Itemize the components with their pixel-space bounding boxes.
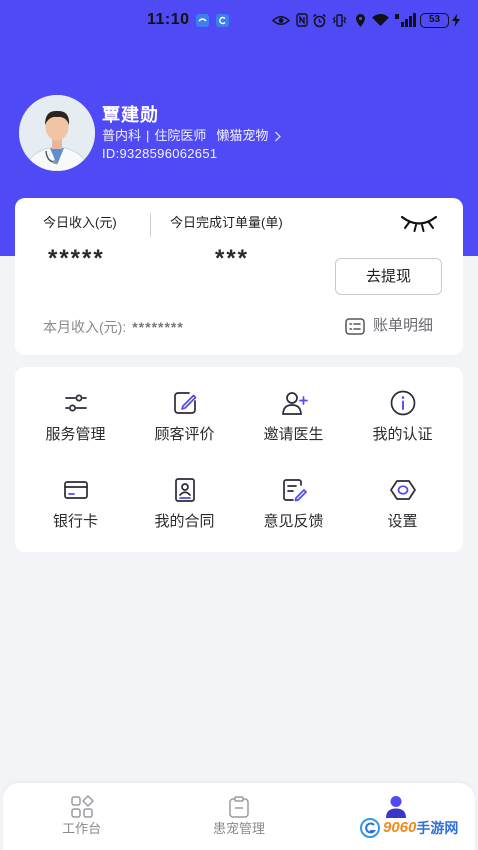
- eye-closed-icon[interactable]: [400, 213, 438, 232]
- menu-label: 我的合同: [154, 513, 215, 530]
- month-income-value: ********: [132, 319, 184, 335]
- menu-label: 银行卡: [52, 513, 98, 530]
- notification-app-icon: [196, 14, 209, 27]
- menu-item-invite-doctor[interactable]: 邀请医生: [239, 385, 348, 472]
- clipboard-icon: [229, 796, 249, 818]
- watermark-number: 9060: [383, 819, 417, 836]
- charging-icon: [452, 14, 460, 27]
- tab-workbench[interactable]: 工作台: [3, 783, 160, 850]
- grid-icon: [70, 795, 94, 818]
- avatar[interactable]: [19, 95, 95, 171]
- tab-label: 患宠管理: [212, 821, 265, 836]
- app-screen: 11:10 53 覃建勋 普内科 | 住院医师 懒猫宠物 ID:93285960…: [0, 0, 478, 850]
- signal-icon: [395, 13, 416, 27]
- menu-label: 邀请医生: [263, 426, 324, 443]
- bank-card-icon: [63, 481, 88, 499]
- menu-label: 顾客评价: [154, 426, 215, 443]
- menu-label: 服务管理: [45, 426, 106, 443]
- watermark-text: 手游网: [416, 820, 459, 836]
- tab-label: 工作台: [62, 821, 102, 836]
- doctor-photo: [19, 95, 95, 171]
- menu-card: 服务管理 顾客评价 邀请医生 我的认证 银行卡 我的合同 意见反馈 设置: [15, 367, 463, 552]
- location-icon: [356, 14, 365, 27]
- doctor-info[interactable]: 普内科 | 住院医师 懒猫宠物: [102, 128, 282, 144]
- info-icon: [390, 390, 415, 416]
- sliders-icon: [64, 394, 87, 412]
- menu-item-settings[interactable]: 设置: [348, 472, 457, 559]
- nfc-icon: [296, 13, 308, 27]
- status-time: 11:10: [147, 11, 190, 28]
- hospital-name: 懒猫宠物: [216, 128, 269, 143]
- notification-app-icon: [216, 14, 229, 27]
- menu-item-my-certification[interactable]: 我的认证: [348, 385, 457, 472]
- department: 普内科: [102, 128, 142, 143]
- chevron-right-icon: [275, 131, 282, 141]
- bill-detail-label: 账单明细: [373, 317, 434, 334]
- today-income-label: 今日收入(元): [43, 215, 117, 230]
- income-card: 今日收入(元) 今日完成订单量(单) ***** *** 去提现 本月收入(元)…: [15, 198, 463, 355]
- menu-item-bank-card[interactable]: 银行卡: [21, 472, 130, 559]
- wifi-icon: [372, 14, 389, 26]
- menu-label: 设置: [387, 513, 418, 530]
- today-orders-label: 今日完成订单量(单): [170, 215, 283, 230]
- tab-profile-active[interactable]: [318, 783, 475, 850]
- person-icon: [386, 796, 407, 818]
- list-icon: [345, 317, 365, 335]
- contract-icon: [174, 478, 195, 502]
- menu-item-my-contract[interactable]: 我的合同: [130, 472, 239, 559]
- watermark: 9060 手游网: [360, 818, 458, 838]
- position: 住院医师: [154, 128, 207, 143]
- feedback-icon: [282, 479, 307, 502]
- menu-label: 意见反馈: [263, 513, 324, 530]
- withdraw-button[interactable]: 去提现: [335, 258, 442, 295]
- bill-detail-link[interactable]: 账单明细: [345, 317, 433, 335]
- month-income-label: 本月收入(元):: [43, 319, 127, 335]
- menu-item-feedback[interactable]: 意见反馈: [239, 472, 348, 559]
- settings-icon: [389, 480, 416, 500]
- menu-item-customer-review[interactable]: 顾客评价: [130, 385, 239, 472]
- bottom-tab-bar: 工作台 患宠管理: [3, 783, 475, 850]
- menu-grid: 服务管理 顾客评价 邀请医生 我的认证 银行卡 我的合同 意见反馈 设置: [21, 385, 457, 559]
- info-separator: |: [146, 128, 150, 143]
- vibrate-icon: [332, 14, 347, 27]
- menu-label: 我的认证: [372, 426, 433, 443]
- invite-user-icon: [281, 392, 308, 415]
- doctor-id: ID:9328596062651: [102, 146, 218, 161]
- edit-icon: [173, 392, 196, 414]
- today-income-value: *****: [48, 245, 105, 272]
- status-bar: 11:10 53: [0, 0, 478, 40]
- battery-icon: 53: [420, 13, 449, 28]
- divider: [150, 213, 151, 237]
- today-orders-value: ***: [215, 245, 250, 272]
- eye-icon: [272, 16, 290, 25]
- month-income: 本月收入(元): ********: [43, 319, 184, 335]
- tab-pet-management[interactable]: 患宠管理: [160, 783, 317, 850]
- watermark-logo-icon: [360, 818, 380, 838]
- doctor-name: 覃建勋: [102, 105, 159, 125]
- menu-item-service-management[interactable]: 服务管理: [21, 385, 130, 472]
- alarm-icon: [313, 13, 326, 28]
